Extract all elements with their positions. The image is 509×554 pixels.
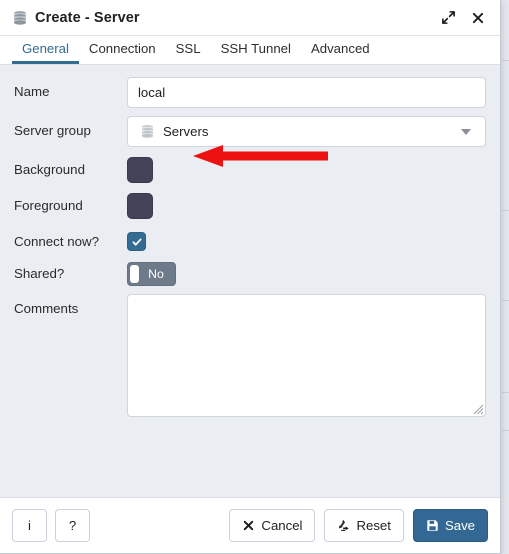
dialog-titlebar: Create - Server [0,0,500,36]
comments-label: Comments [14,301,79,316]
reset-button[interactable]: Reset [324,509,404,542]
reset-button-label: Reset [356,518,391,533]
server-group-label: Server group [14,123,91,138]
dialog-title: Create - Server [35,9,140,26]
info-button[interactable]: i [12,509,47,542]
close-icon[interactable] [470,10,486,26]
backdrop-line [502,60,509,61]
field-row-foreground: Foreground [0,191,500,219]
dialog-footer: i ? Cancel Reset Save [0,497,500,553]
connect-now-checkbox[interactable] [127,232,146,251]
save-disk-icon [427,520,438,531]
server-group-select[interactable]: Servers [127,116,486,147]
connect-now-label: Connect now? [14,234,100,249]
name-label: Name [14,84,50,99]
foreground-color-swatch[interactable] [127,193,153,219]
backdrop-line [502,392,509,393]
tab-ssh-tunnel[interactable]: SSH Tunnel [211,42,301,64]
field-row-connect-now: Connect now? [0,227,500,251]
backdrop-line [502,430,509,431]
background-label: Background [14,162,85,177]
footer-right-actions: Cancel Reset Save [229,509,488,542]
foreground-label: Foreground [14,198,83,213]
check-icon [132,238,141,246]
tab-advanced[interactable]: Advanced [301,42,380,64]
tab-ssl[interactable]: SSL [166,42,211,64]
tab-general[interactable]: General [12,42,79,64]
shared-label: Shared? [14,266,65,281]
footer-left-actions: i ? [12,509,90,542]
field-row-shared: Shared? No [0,259,500,286]
field-row-server-group: Server group Servers [0,116,500,147]
field-row-comments: Comments [0,294,500,417]
name-input[interactable] [127,77,486,108]
tab-connection[interactable]: Connection [79,42,166,64]
close-x-icon [244,520,254,531]
backdrop-line [502,300,509,301]
help-button[interactable]: ? [55,509,90,542]
expand-diagonal-icon[interactable] [440,10,456,26]
database-stack-icon [141,125,154,138]
dialog-body: Name Server group [0,65,500,497]
field-row-name: Name [0,77,500,108]
recycle-icon [339,520,350,531]
server-group-value: Servers [163,124,209,139]
titlebar-actions [440,10,490,26]
chevron-down-icon [461,128,471,135]
comments-textarea[interactable] [127,294,486,417]
create-server-dialog: Create - Server General Connection SSL S… [0,0,501,554]
toggle-knob [130,265,139,283]
backdrop-line [502,210,509,211]
save-button[interactable]: Save [412,509,488,542]
save-button-label: Save [444,518,475,533]
database-stack-icon [14,10,26,25]
dialog-tabs: General Connection SSL SSH Tunnel Advanc… [0,36,500,65]
shared-toggle-state: No [148,267,164,281]
cancel-button-label: Cancel [261,518,303,533]
shared-toggle[interactable]: No [127,262,176,286]
field-row-background: Background [0,155,500,183]
background-color-swatch[interactable] [127,157,153,183]
cancel-button[interactable]: Cancel [229,509,316,542]
